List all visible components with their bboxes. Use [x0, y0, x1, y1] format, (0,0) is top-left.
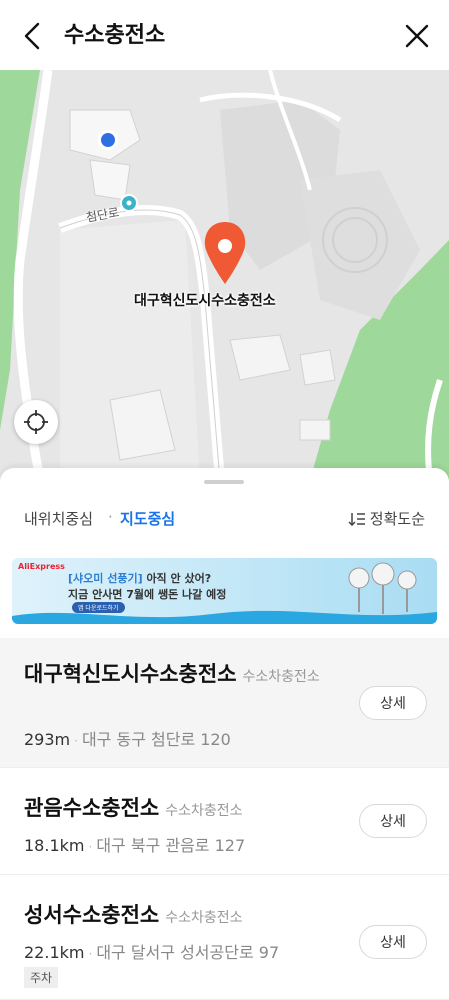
- result-name: 성서수소충전소 수소차충전소: [24, 899, 243, 929]
- result-meta: 293m · 대구 동구 첨단로 120: [24, 726, 231, 750]
- filter-separator: ·: [108, 508, 113, 526]
- detail-button[interactable]: 상세: [359, 925, 427, 959]
- result-address: 대구 달서구 성서공단로 97: [96, 943, 280, 962]
- map-view[interactable]: 첨단로 대구혁신도시수소충전소: [0, 70, 449, 480]
- meta-separator: ·: [88, 947, 93, 961]
- detail-button[interactable]: 상세: [359, 686, 427, 720]
- drag-handle[interactable]: [204, 480, 244, 484]
- parking-tag: 주차: [24, 967, 59, 988]
- result-name: 관음수소충전소 수소차충전소: [24, 792, 243, 822]
- results-list: 대구혁신도시수소충전소 수소차충전소 293m · 대구 동구 첨단로 120 상세 …: [0, 638, 449, 1000]
- result-category: 수소차충전소: [165, 910, 243, 926]
- result-meta: 18.1km · 대구 북구 관음로 127: [24, 832, 245, 856]
- map-canvas: [0, 70, 449, 480]
- ad-headline-product: [샤오미 선풍기]: [68, 572, 143, 585]
- result-distance: 22.1km: [24, 943, 85, 962]
- result-distance: 18.1km: [24, 836, 85, 855]
- fan-icon: [348, 562, 417, 614]
- result-category: 수소차충전소: [242, 669, 320, 685]
- results-sheet: 내위치중심 · 지도중심 정확도순 AliExpress [샤오미 선풍기] 아…: [0, 468, 449, 1000]
- top-bar: 수소충전소: [0, 0, 449, 70]
- crosshair-icon: [24, 410, 48, 434]
- result-address: 대구 동구 첨단로 120: [81, 730, 231, 749]
- result-name: 대구혁신도시수소충전소 수소차충전소: [24, 660, 344, 691]
- result-meta: 22.1km · 대구 달서구 성서공단로 97: [24, 939, 279, 963]
- result-address: 대구 북구 관음로 127: [96, 836, 246, 855]
- meta-separator: ·: [88, 840, 93, 854]
- ad-headline: [샤오미 선풍기] 아직 안 샀어?: [68, 570, 211, 586]
- result-title: 성서수소충전소: [24, 903, 160, 927]
- locate-button[interactable]: [14, 400, 58, 444]
- ad-subline: 지금 안사면 7월에 쌩돈 나갈 예정: [68, 588, 227, 601]
- sort-label: 정확도순: [369, 510, 425, 528]
- result-title: 관음수소충전소: [24, 796, 160, 820]
- sort-icon: [348, 512, 365, 526]
- ad-brand-logo: AliExpress: [18, 562, 65, 571]
- ad-headline-rest: 아직 안 샀어?: [142, 572, 212, 585]
- meta-separator: ·: [74, 734, 78, 748]
- filter-row: 내위치중심 · 지도중심 정확도순: [0, 504, 449, 534]
- close-icon: [405, 24, 429, 48]
- result-item[interactable]: 성서수소충전소 수소차충전소 22.1km · 대구 달서구 성서공단로 97 주차 …: [0, 875, 449, 1000]
- detail-button[interactable]: 상세: [359, 804, 427, 838]
- ad-banner[interactable]: AliExpress [샤오미 선풍기] 아직 안 샀어? 지금 안사면 7월에…: [12, 558, 437, 624]
- close-button[interactable]: [401, 20, 433, 52]
- result-item[interactable]: 대구혁신도시수소충전소 수소차충전소 293m · 대구 동구 첨단로 120 상세: [0, 638, 449, 768]
- place-label[interactable]: 대구혁신도시수소충전소: [134, 290, 276, 310]
- chevron-left-icon: [24, 22, 40, 50]
- filter-map-center[interactable]: 지도중심: [120, 508, 175, 529]
- result-distance: 293m: [24, 730, 71, 749]
- sort-button[interactable]: 정확도순: [348, 508, 425, 529]
- result-category: 수소차충전소: [165, 803, 243, 819]
- filter-my-location[interactable]: 내위치중심: [24, 508, 93, 529]
- result-item[interactable]: 관음수소충전소 수소차충전소 18.1km · 대구 북구 관음로 127 상세: [0, 768, 449, 875]
- page-title: 수소충전소: [64, 23, 166, 48]
- result-title: 대구혁신도시수소충전소: [24, 662, 237, 686]
- back-button[interactable]: [16, 20, 48, 52]
